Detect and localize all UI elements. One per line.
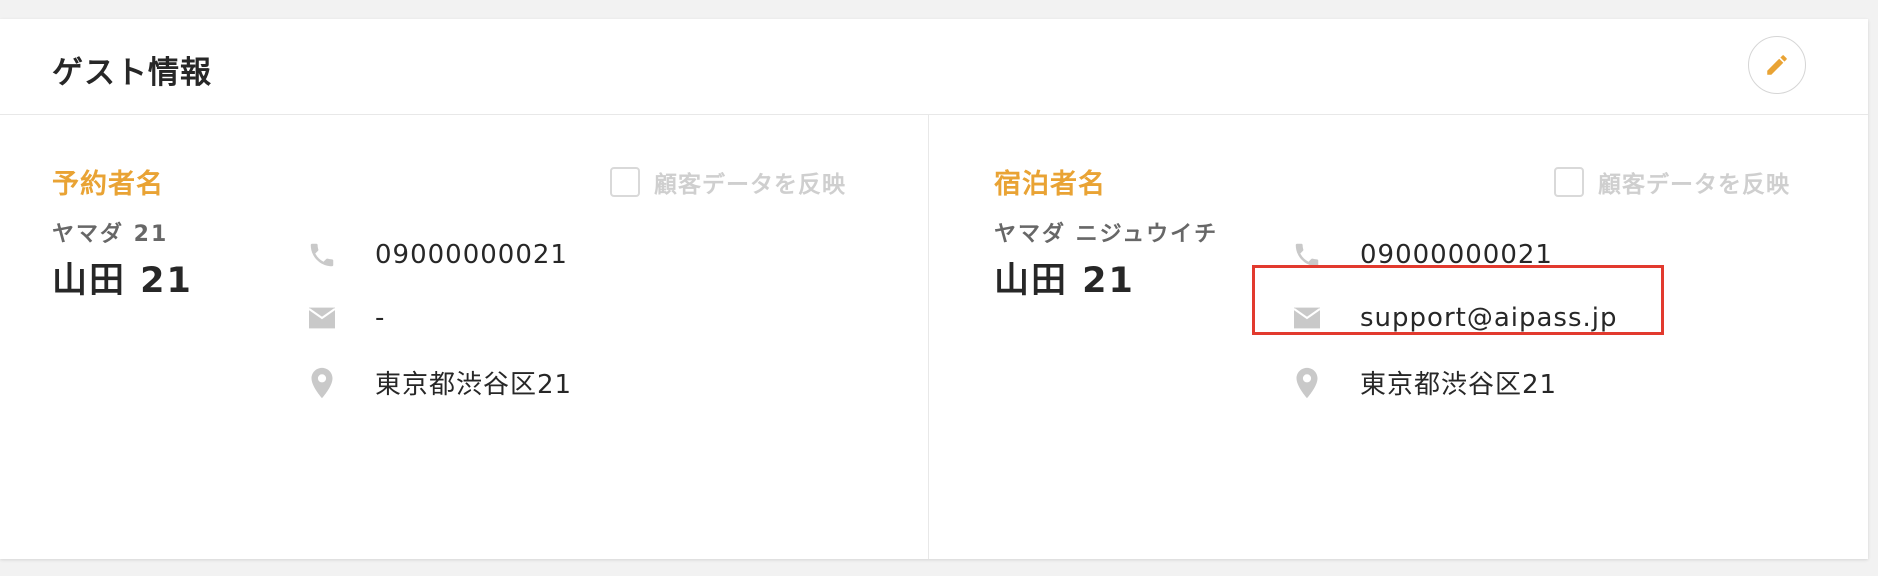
- reservation-email-row: -: [305, 301, 385, 335]
- location-pin-icon: [1296, 367, 1318, 398]
- phone-icon: [310, 243, 334, 267]
- card-title: ゲスト情報: [52, 55, 212, 91]
- guest-label: 宿泊者名: [994, 169, 1106, 200]
- reflect-label: 顧客データを反映: [1598, 172, 1790, 198]
- column-divider: [928, 115, 929, 559]
- email-highlight-box: [1252, 265, 1664, 335]
- pencil-icon: [1767, 55, 1787, 75]
- checkbox[interactable]: [1554, 167, 1584, 197]
- checkbox[interactable]: [610, 167, 640, 197]
- reflect-label: 顧客データを反映: [654, 172, 846, 198]
- reservation-phone-row: 09000000021: [305, 238, 568, 272]
- reservation-label: 予約者名: [52, 169, 164, 200]
- guest-address-row: 東京都渋谷区21: [1290, 364, 1557, 401]
- location-pin-icon: [311, 367, 333, 398]
- reservation-address-row: 東京都渋谷区21: [305, 364, 572, 401]
- reservation-email: -: [375, 303, 386, 333]
- reservation-phone: 09000000021: [375, 240, 568, 270]
- mail-icon: [308, 307, 336, 329]
- reservation-address: 東京都渋谷区21: [375, 370, 573, 400]
- reservation-name: 山田 21: [52, 261, 193, 301]
- edit-button[interactable]: [1748, 36, 1806, 94]
- guest-reflect-checkbox[interactable]: 顧客データを反映: [1554, 165, 1790, 199]
- guest-kana: ヤマダ ニジュウイチ: [994, 222, 1219, 247]
- card-header: ゲスト情報: [0, 19, 1868, 115]
- reservation-reflect-checkbox[interactable]: 顧客データを反映: [610, 165, 846, 199]
- reservation-kana: ヤマダ 21: [52, 222, 169, 247]
- guest-name: 山田 21: [994, 261, 1135, 301]
- guest-address: 東京都渋谷区21: [1360, 370, 1558, 400]
